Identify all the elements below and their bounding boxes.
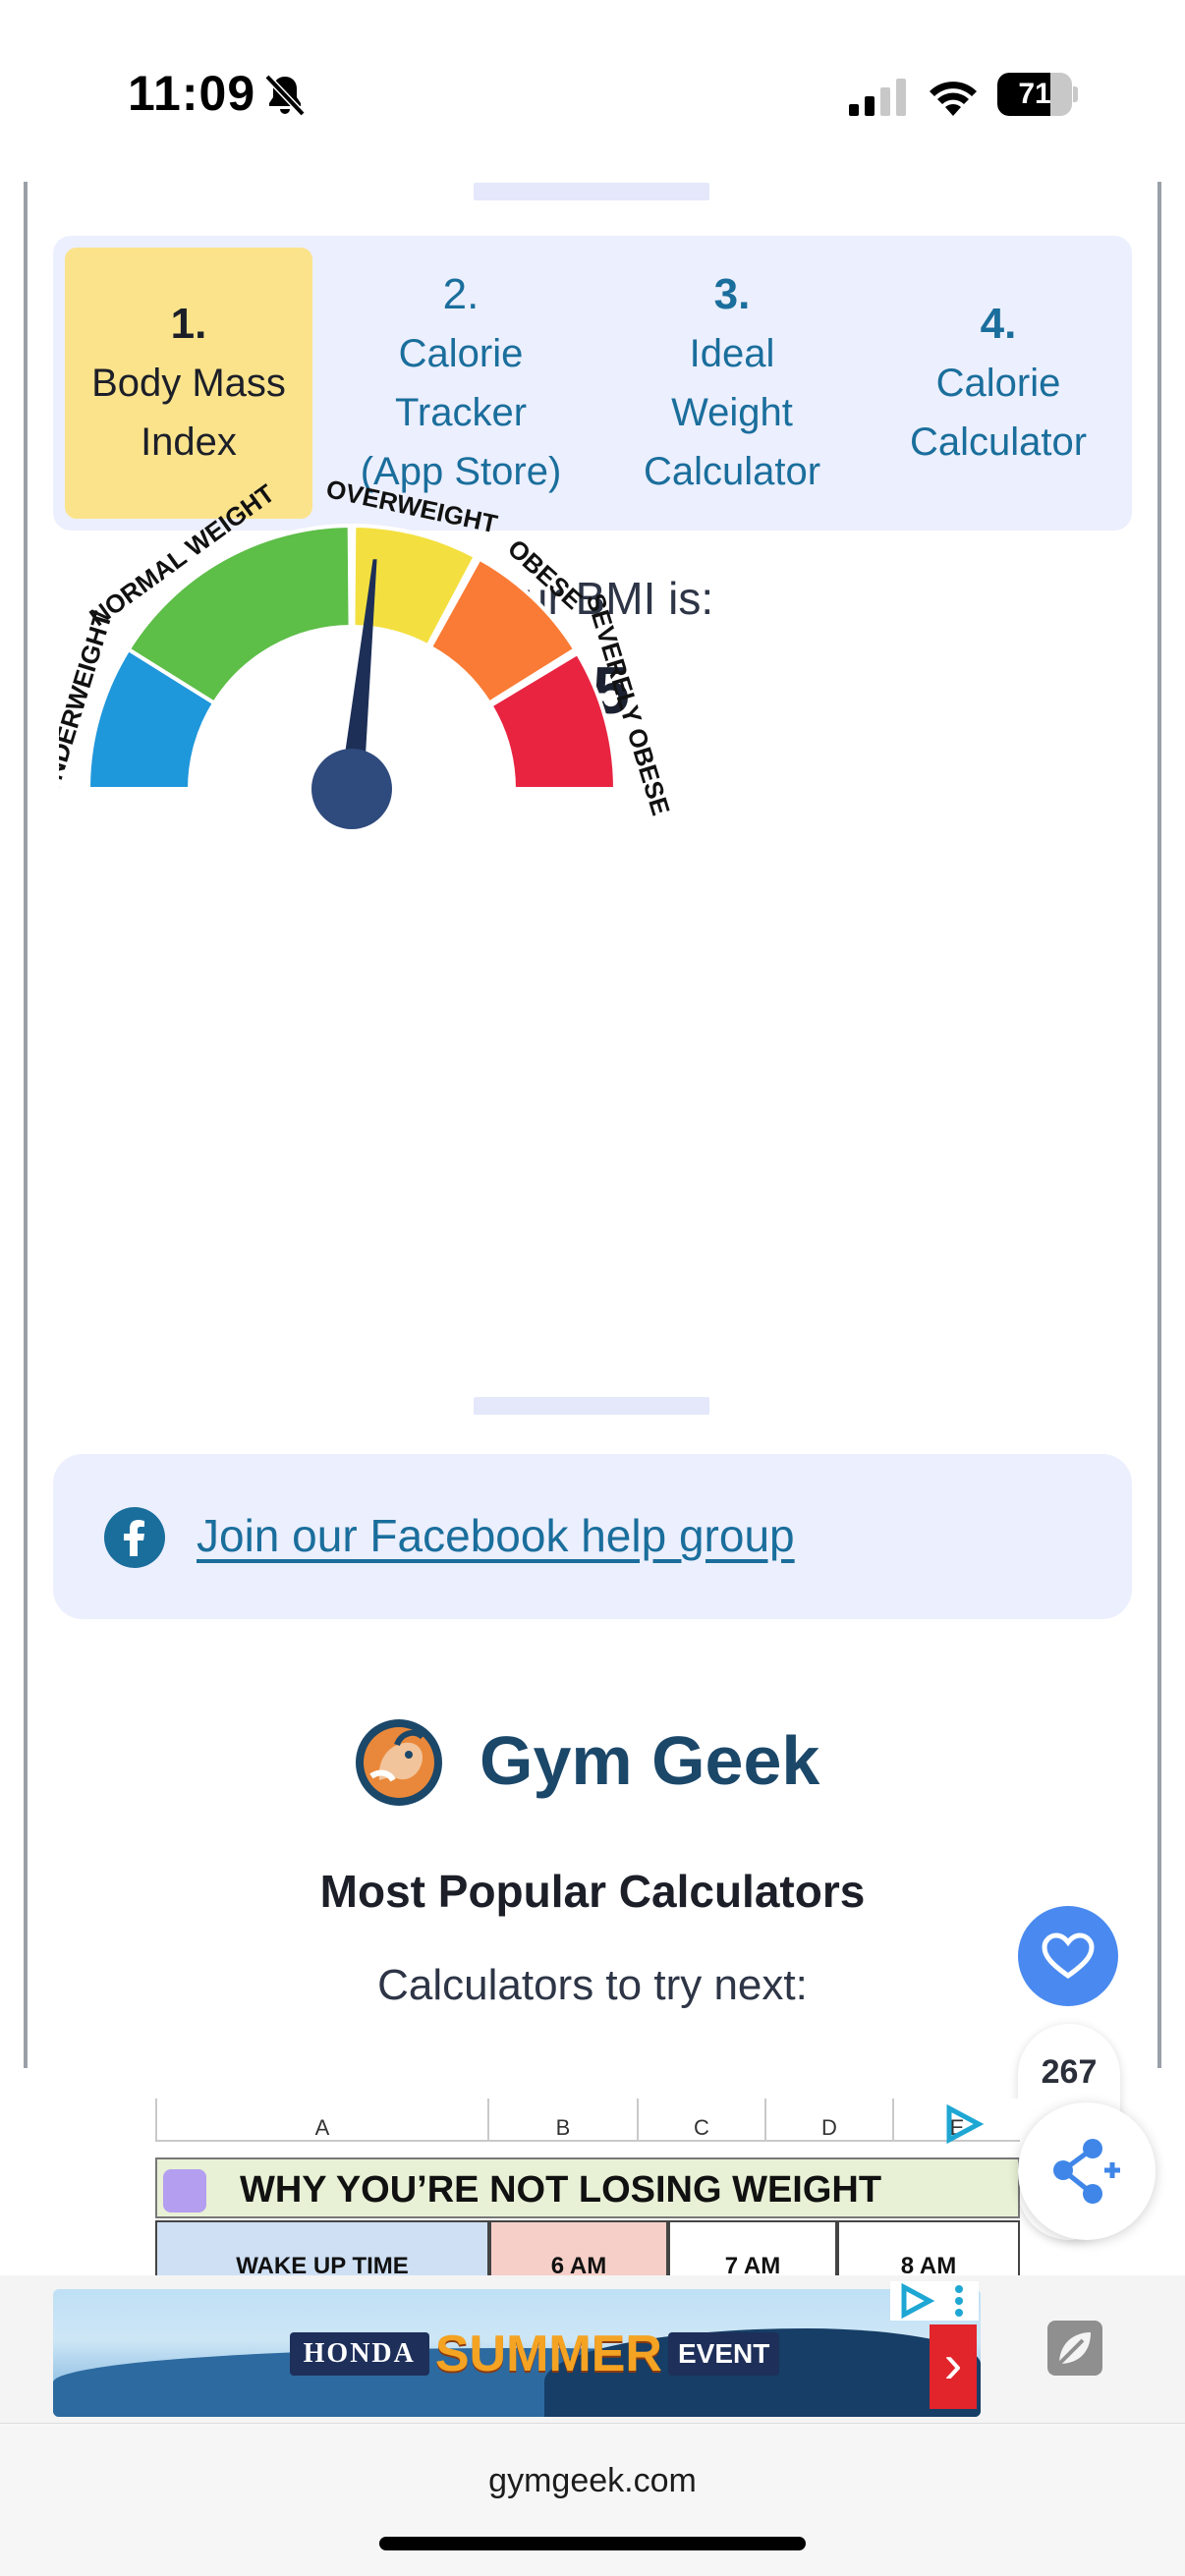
tab-number: 1. (170, 300, 207, 348)
divider-bar (474, 1397, 709, 1415)
ad-choices-icon[interactable] (943, 2104, 985, 2144)
tab-number: 4. (980, 300, 1017, 348)
tab-label-line: Calculator (909, 420, 1088, 464)
cellular-signal-icon (849, 79, 906, 116)
banner-logo: HONDA SUMMER EVENT (289, 2325, 780, 2382)
facebook-icon (104, 1507, 165, 1568)
content-border-right (1157, 182, 1161, 2068)
banner-headline: SUMMER (434, 2325, 662, 2382)
sheet-column-header: A (157, 2099, 489, 2142)
tab-label-line: Weight (671, 391, 793, 434)
sheet-title-row: WHY YOU’RE NOT LOSING WEIGHT (155, 2157, 1020, 2218)
content-border-left (24, 182, 28, 2068)
sheet-column-header: B (489, 2099, 639, 2142)
sheet-column-header: D (766, 2099, 894, 2142)
tab-label-line: Index (141, 420, 237, 464)
brand-name: Gym Geek (480, 1722, 820, 1799)
honda-banner-ad[interactable]: HONDA SUMMER EVENT (53, 2289, 981, 2417)
share-button[interactable] (1018, 2102, 1156, 2240)
home-indicator[interactable] (379, 2537, 806, 2550)
facebook-group-link[interactable]: Join our Facebook help group (197, 1509, 795, 1562)
tab-label-line: Body Mass (91, 362, 286, 405)
gym-geek-logo (356, 1719, 442, 1806)
battery-percent: 71 (1018, 78, 1051, 110)
tab-number: 3. (713, 270, 751, 318)
tab-label-line: Calorie (935, 362, 1061, 405)
sheet-app-logo (163, 2169, 206, 2212)
sheet-column-header: C (639, 2099, 766, 2142)
silent-bell-icon (264, 74, 306, 117)
status-bar: 11:09 71 (0, 0, 1185, 187)
popular-calculators-title: Most Popular Calculators (319, 1866, 866, 1917)
wifi-icon (930, 82, 977, 116)
tab-label-line: Calorie (398, 332, 524, 375)
address-url[interactable]: gymgeek.com (0, 2462, 1185, 2500)
heart-icon (1042, 1932, 1095, 1980)
battery-indicator: 71 (997, 73, 1078, 116)
reader-leaf-icon[interactable] (1045, 2319, 1104, 2378)
spreadsheet-ad[interactable]: A B C D E WHY YOU’RE NOT LOSING WEIGHT W… (155, 2099, 1020, 2295)
banner-brand: HONDA (289, 2332, 429, 2376)
popular-calculators-subtitle: Calculators to try next: (377, 1961, 808, 2009)
share-icon (1053, 2139, 1120, 2204)
banner-tag: EVENT (667, 2332, 780, 2376)
gauge-needle-hub (311, 749, 392, 829)
tab-label-line: Tracker (394, 391, 528, 434)
sheet-ad-title: WHY YOU’RE NOT LOSING WEIGHT (240, 2169, 882, 2211)
divider-bar (474, 183, 709, 200)
facebook-group-card: Join our Facebook help group (53, 1454, 1132, 1619)
sheet-column-headers: A B C D E (155, 2099, 1020, 2142)
tab-number: 2. (442, 270, 480, 318)
tab-label-line: Ideal (689, 332, 775, 375)
bmi-gauge: UNDERWEIGHTNORMAL WEIGHT OVERWEIGHTOBESES… (59, 474, 676, 829)
banner-next-arrow[interactable]: › (930, 2324, 977, 2409)
like-button[interactable] (1018, 1906, 1118, 2006)
ad-choices-icon[interactable] (890, 2281, 979, 2321)
status-time: 11:09 (128, 66, 256, 121)
share-count: 267 (1041, 2053, 1098, 2091)
